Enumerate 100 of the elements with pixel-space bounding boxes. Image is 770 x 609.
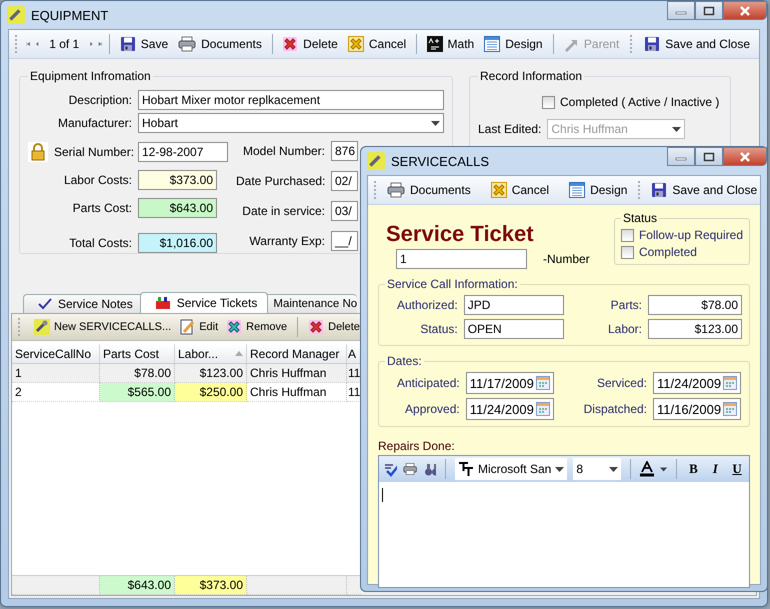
- field-label: -Number: [543, 252, 590, 266]
- close-button[interactable]: [723, 147, 767, 166]
- checkbox[interactable]: [620, 246, 634, 258]
- checkbox[interactable]: [620, 228, 634, 242]
- text-field[interactable]: $373.00: [138, 170, 217, 190]
- tab[interactable]: Service Tickets: [140, 292, 268, 313]
- column-header[interactable]: Parts Cost: [100, 344, 175, 363]
- form-icon: [484, 36, 500, 52]
- text-field[interactable]: __/: [331, 231, 358, 251]
- field-label: Description:: [68, 93, 132, 107]
- maximize-button[interactable]: [695, 147, 723, 166]
- checkbox-label: Completed ( Active / Inactive ): [560, 95, 720, 109]
- group-title: Status: [622, 211, 658, 225]
- toolbar-button[interactable]: Documents: [175, 34, 265, 54]
- printer-icon: [387, 182, 405, 198]
- column-header[interactable]: Record Manager: [247, 344, 347, 363]
- dropdown-arrow-icon[interactable]: [660, 466, 667, 472]
- close-button[interactable]: [723, 1, 767, 20]
- text-field[interactable]: JPD: [464, 295, 564, 315]
- group-title: Record Information: [479, 69, 584, 83]
- window-title: SERVICECALLS: [391, 154, 490, 168]
- toolbar-button[interactable]: New SERVICECALLS...: [33, 317, 172, 337]
- maximize-icon: [703, 6, 715, 16]
- field-label: Parts Cost:: [72, 201, 132, 215]
- table-cell: $78.00: [100, 364, 175, 383]
- checkbox-label: Follow-up Required: [638, 228, 743, 242]
- record-position: 1 of 1: [48, 37, 80, 51]
- calendar-icon[interactable]: [723, 376, 737, 390]
- toolbar-button[interactable]: Cancel: [488, 180, 552, 200]
- printer-icon: [178, 36, 196, 52]
- column-header[interactable]: ServiceCallNo: [12, 344, 100, 363]
- checkbox[interactable]: [542, 96, 555, 108]
- form-icon: [569, 182, 586, 198]
- toolbar-button[interactable]: Remove: [225, 317, 288, 337]
- toolbar-button[interactable]: Delete: [279, 34, 341, 54]
- field-label: Total Costs:: [68, 236, 132, 250]
- toolbar-button[interactable]: Design: [566, 180, 630, 200]
- group-title: Dates:: [386, 354, 423, 368]
- text-field[interactable]: Hobart Mixer motor replkacement: [138, 90, 444, 110]
- toolbar-button[interactable]: Save: [116, 34, 172, 54]
- maximize-icon: [703, 152, 715, 162]
- field-label: Date in service:: [241, 204, 325, 218]
- text-field[interactable]: $643.00: [138, 198, 217, 218]
- text-field[interactable]: $1,016.00: [138, 233, 217, 253]
- close-icon: [739, 6, 751, 16]
- date-field[interactable]: 11/24/2009: [653, 372, 741, 394]
- table-cell: $250.00: [175, 383, 247, 402]
- format-button[interactable]: U: [729, 461, 746, 477]
- sort-arrow-icon: [235, 351, 243, 356]
- toolbar-button[interactable]: Edit: [178, 317, 220, 337]
- toolbar-button[interactable]: Save and Close: [648, 180, 760, 200]
- calendar-icon[interactable]: [536, 402, 550, 416]
- date-field[interactable]: 11/16/2009: [653, 398, 741, 420]
- calendar-icon[interactable]: [536, 376, 550, 390]
- dropdown-arrow-icon[interactable]: [608, 466, 618, 472]
- toolbar-button[interactable]: Save and Close: [641, 34, 753, 54]
- field-label: Parts:: [610, 298, 642, 312]
- text-field[interactable]: 876: [331, 141, 358, 161]
- field-label: Anticipated:: [396, 376, 460, 390]
- manufacturer-dropdown[interactable]: Hobart: [138, 113, 444, 133]
- column-header[interactable]: Labor...: [175, 344, 247, 363]
- field-label: Labor Costs:: [62, 173, 132, 187]
- rich-text-editor[interactable]: Microsoft San 8 B I U: [378, 455, 750, 588]
- dropdown-arrow-icon[interactable]: [431, 120, 440, 126]
- window-title: EQUIPMENT: [31, 8, 108, 22]
- format-button[interactable]: I: [707, 461, 724, 477]
- cancel-icon: [490, 182, 507, 198]
- remove-icon: [226, 319, 242, 335]
- field-label: Approved:: [404, 402, 460, 416]
- text-field[interactable]: 12-98-2007: [138, 142, 228, 162]
- format-button[interactable]: B: [685, 461, 702, 477]
- text-field[interactable]: 02/: [331, 171, 358, 191]
- delete-icon: [282, 36, 298, 52]
- toolbar-button[interactable]: Documents: [384, 180, 474, 200]
- group-title: Equipment Infromation: [29, 69, 152, 83]
- toolbar-button[interactable]: Cancel: [344, 34, 410, 54]
- date-field[interactable]: 11/24/2009: [466, 398, 554, 420]
- table-cell: $565.00: [100, 383, 175, 402]
- text-field[interactable]: OPEN: [464, 319, 564, 339]
- text-field[interactable]: 1: [396, 249, 527, 269]
- text-cursor: [382, 488, 383, 502]
- font-size-dropdown[interactable]: 8: [573, 458, 621, 480]
- text-field[interactable]: 03/: [331, 201, 358, 221]
- font-dropdown[interactable]: Microsoft San: [454, 458, 568, 480]
- padlock-icon[interactable]: [28, 142, 48, 162]
- toolbar-button[interactable]: Delete: [307, 317, 361, 337]
- pencil-icon: [179, 319, 196, 335]
- font-icon: [458, 461, 474, 477]
- text-field[interactable]: $123.00: [648, 319, 742, 339]
- toolbar-button[interactable]: Design: [481, 34, 546, 54]
- dropdown-arrow-icon[interactable]: [555, 466, 564, 472]
- text-field[interactable]: $78.00: [648, 295, 742, 315]
- font-color-icon[interactable]: [639, 461, 654, 477]
- calendar-icon[interactable]: [723, 402, 737, 416]
- column-header[interactable]: A: [347, 344, 361, 363]
- math-icon: [426, 36, 443, 52]
- date-field[interactable]: 11/17/2009: [466, 372, 554, 394]
- toolbar-button[interactable]: Math: [424, 34, 478, 54]
- field-label: Manufacturer:: [56, 116, 132, 130]
- maximize-button[interactable]: [695, 1, 723, 20]
